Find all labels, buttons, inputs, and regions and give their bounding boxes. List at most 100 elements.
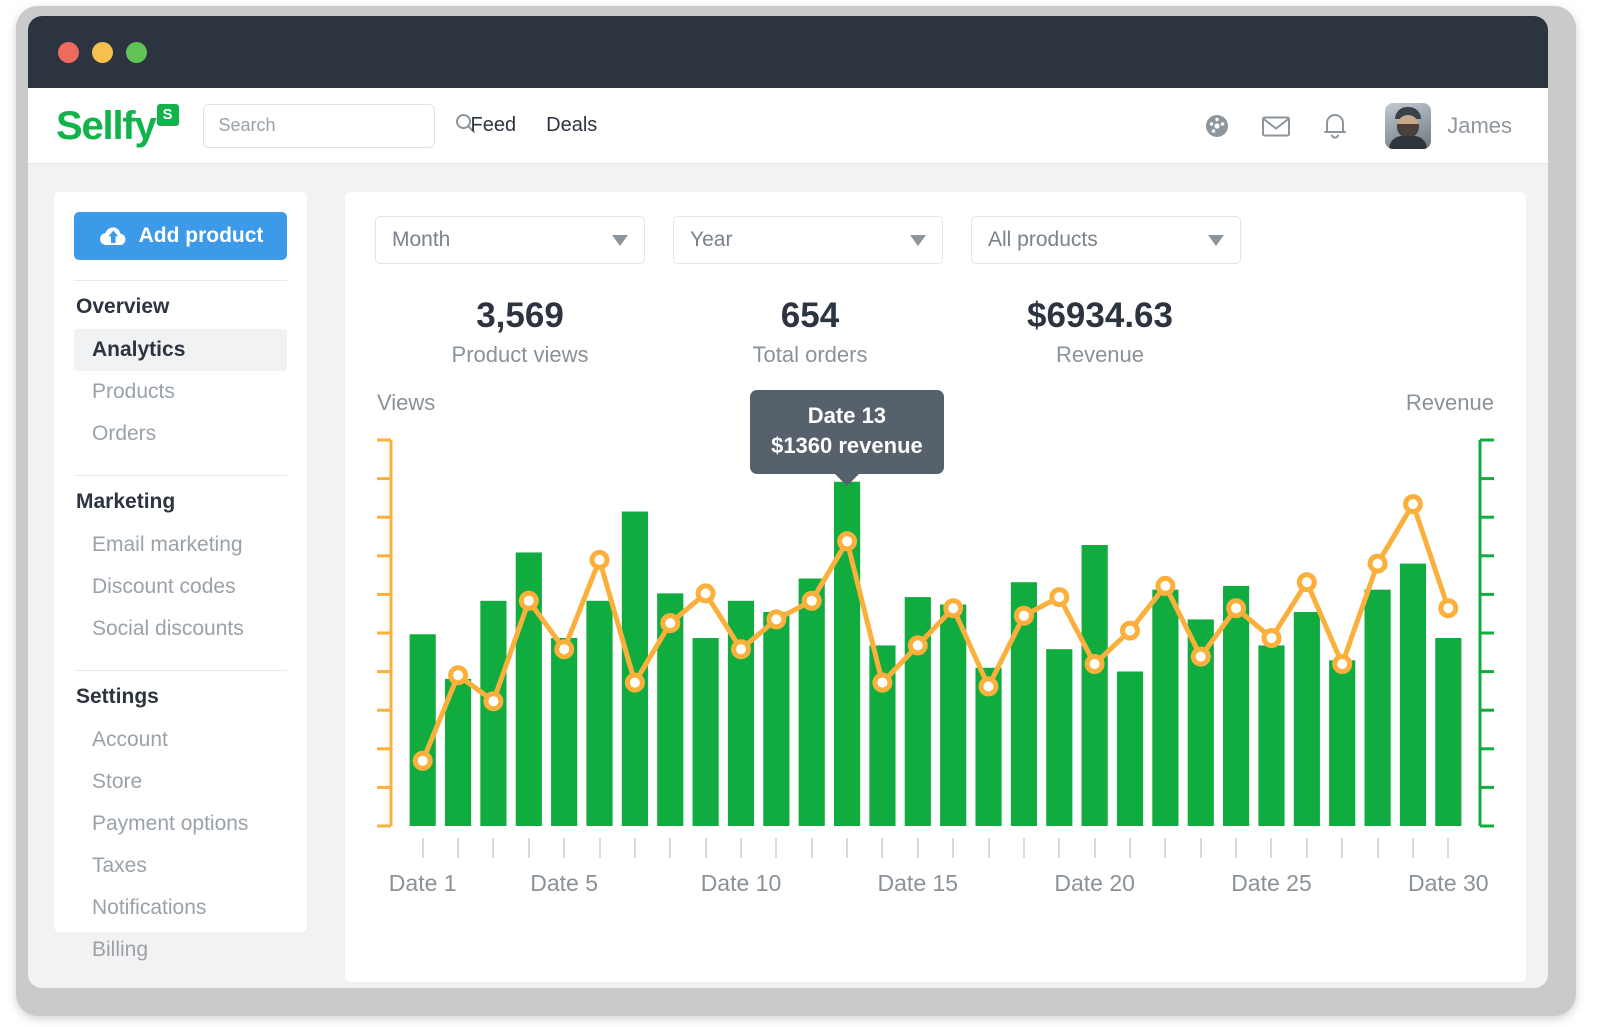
chart-bar[interactable] — [1364, 589, 1391, 826]
line-data-point[interactable] — [1367, 553, 1388, 574]
x-axis-tick — [492, 838, 495, 858]
line-data-point[interactable] — [412, 750, 433, 771]
bell-icon[interactable] — [1319, 109, 1351, 143]
sidebar-item-analytics[interactable]: Analytics — [74, 329, 287, 371]
chart-bar[interactable] — [1116, 671, 1144, 826]
line-data-point[interactable] — [518, 590, 539, 611]
add-product-button[interactable]: Add product — [74, 212, 287, 260]
line-data-point[interactable] — [801, 590, 822, 611]
x-axis-tick — [1447, 838, 1450, 858]
username-label[interactable]: James — [1447, 113, 1512, 139]
stat-value: $6934.63 — [1027, 296, 1173, 335]
x-axis-tick — [987, 838, 990, 858]
chart-bar[interactable] — [1399, 563, 1427, 826]
window-titlebar — [28, 16, 1548, 88]
line-data-point[interactable] — [907, 635, 928, 656]
search-box[interactable] — [202, 103, 475, 148]
line-data-point[interactable] — [483, 691, 504, 712]
year-select[interactable]: Year — [673, 216, 943, 264]
left-axis-caption: Views — [377, 390, 436, 415]
mail-icon[interactable] — [1259, 109, 1293, 143]
sidebar-item-notifications[interactable]: Notifications — [74, 887, 287, 929]
line-data-point[interactable] — [1226, 598, 1247, 619]
x-axis-tick — [1199, 838, 1202, 858]
sidebar-item-store[interactable]: Store — [74, 761, 287, 803]
chevron-down-icon — [910, 234, 926, 246]
x-axis-label: Date 25 — [1231, 870, 1312, 896]
minimize-window-button[interactable] — [92, 41, 113, 63]
sidebar-item-billing[interactable]: Billing — [74, 929, 287, 971]
chart-bar[interactable] — [940, 604, 967, 826]
x-axis-label: Date 1 — [388, 870, 457, 896]
line-data-point[interactable] — [624, 672, 645, 693]
nav-link-deals[interactable]: Deals — [546, 114, 597, 137]
nav-link-feed[interactable]: Feed — [471, 114, 517, 137]
sellfy-logo[interactable]: Sellfy S — [56, 103, 179, 146]
sidebar-item-taxes[interactable]: Taxes — [74, 845, 287, 887]
maximize-window-button[interactable] — [126, 41, 147, 63]
line-data-point[interactable] — [1013, 605, 1034, 626]
line-data-point[interactable] — [1120, 620, 1140, 641]
line-data-point[interactable] — [1084, 654, 1105, 674]
chart-bar[interactable] — [1329, 660, 1356, 826]
line-data-point[interactable] — [554, 639, 575, 660]
chart-bar[interactable] — [551, 638, 578, 826]
chart-bar[interactable] — [1081, 545, 1108, 826]
line-data-point[interactable] — [1190, 646, 1211, 667]
chart-bar[interactable] — [1435, 638, 1462, 826]
chart-bar[interactable] — [586, 600, 613, 826]
line-data-point[interactable] — [1155, 575, 1176, 596]
chart-bar[interactable] — [692, 638, 719, 826]
search-input[interactable] — [216, 114, 453, 137]
line-data-point[interactable] — [1438, 598, 1459, 619]
line-data-point[interactable] — [1332, 654, 1353, 674]
line-data-point[interactable] — [660, 613, 681, 634]
line-data-point[interactable] — [731, 639, 751, 660]
dashboard-gauge-icon[interactable] — [1201, 110, 1233, 142]
line-data-point[interactable] — [766, 609, 787, 630]
x-axis-tick — [1129, 838, 1132, 858]
line-data-point[interactable] — [978, 676, 999, 697]
chart-bar[interactable] — [1293, 611, 1320, 826]
line-data-point[interactable] — [589, 549, 610, 570]
chart-bar[interactable] — [1046, 649, 1073, 826]
x-axis-tick — [1058, 838, 1061, 858]
chart-bar[interactable] — [1258, 645, 1285, 826]
x-axis-tick — [1376, 838, 1379, 858]
sidebar-item-account[interactable]: Account — [74, 719, 287, 761]
chart-bar[interactable] — [480, 600, 507, 826]
chart-bar[interactable] — [798, 578, 825, 826]
stat-value: 3,569 — [476, 296, 564, 335]
stat-label: Revenue — [1055, 342, 1145, 367]
line-data-point[interactable] — [943, 598, 964, 619]
sidebar-group-title-overview: Overview — [76, 295, 170, 318]
period-select[interactable]: Month — [375, 216, 645, 264]
sidebar-item-products[interactable]: Products — [74, 371, 287, 413]
year-select-value: Year — [690, 228, 733, 251]
close-window-button[interactable] — [58, 41, 79, 63]
sidebar-item-discount-codes[interactable]: Discount codes — [74, 566, 287, 608]
line-data-point[interactable] — [1296, 572, 1317, 593]
line-data-point[interactable] — [695, 583, 716, 604]
chart-bar[interactable] — [763, 611, 790, 826]
sidebar-item-social-discounts[interactable]: Social discounts — [74, 608, 287, 650]
chart-bar[interactable] — [904, 597, 931, 826]
line-data-point[interactable] — [872, 672, 893, 693]
line-data-point[interactable] — [837, 531, 858, 552]
line-data-point[interactable] — [1261, 628, 1282, 648]
left-value-axis — [377, 438, 393, 828]
chart-bar[interactable] — [1152, 589, 1179, 826]
sidebar-item-email-marketing[interactable]: Email marketing — [74, 524, 287, 566]
chart-bar[interactable] — [409, 634, 436, 826]
stats-row: 3,569 Product views 654 Total orders $69… — [375, 296, 1496, 368]
right-axis-caption: Revenue — [1405, 390, 1494, 415]
line-data-point[interactable] — [448, 665, 469, 686]
avatar[interactable] — [1385, 102, 1432, 149]
product-select[interactable]: All products — [971, 216, 1241, 264]
line-data-point[interactable] — [1403, 494, 1423, 515]
browser-window-content: Sellfy S Feed Deals — [28, 16, 1548, 988]
sidebar-item-orders[interactable]: Orders — [74, 413, 287, 455]
x-axis-tick — [421, 838, 424, 858]
line-data-point[interactable] — [1049, 587, 1070, 608]
sidebar-item-payment-options[interactable]: Payment options — [74, 803, 287, 845]
